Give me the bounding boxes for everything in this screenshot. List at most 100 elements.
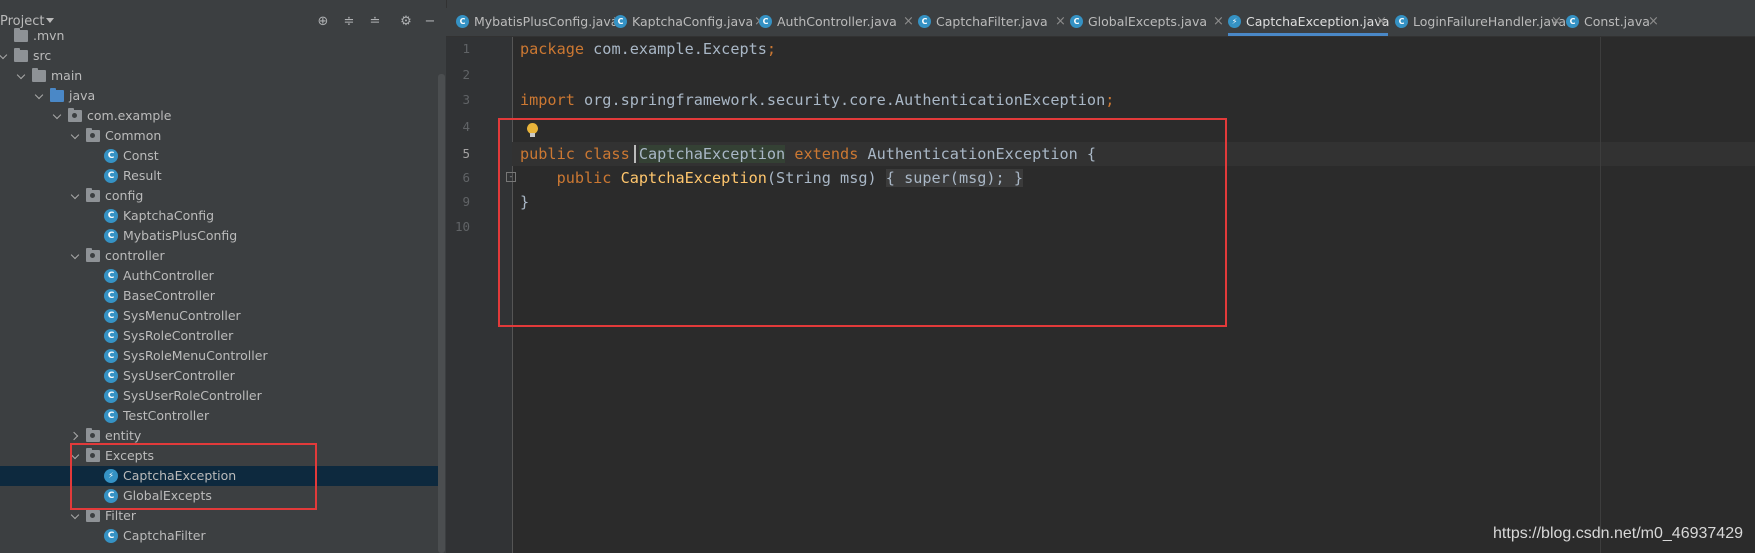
class-icon: C	[759, 15, 772, 28]
chevron-down-icon[interactable]	[70, 246, 82, 266]
tree-item[interactable]: java	[0, 86, 438, 106]
tree-item[interactable]: C MybatisPlusConfig	[0, 226, 438, 246]
class-icon: C	[104, 169, 118, 183]
tab-label: KaptchaConfig.java	[632, 14, 754, 29]
chevron-down-icon[interactable]	[16, 66, 28, 86]
tree-item[interactable]: C SysUserController	[0, 366, 438, 386]
tree-item-label: .mvn	[33, 28, 65, 43]
tree-item[interactable]: Common	[0, 126, 438, 146]
import-path: org.springframework.security.core.Authen…	[574, 91, 1106, 109]
close-icon[interactable]: ×	[1551, 8, 1562, 36]
package-icon	[86, 128, 100, 142]
tree-item[interactable]: C SysRoleController	[0, 326, 438, 346]
class-icon: C	[104, 409, 118, 423]
tree-item-label: java	[69, 88, 96, 103]
class-icon: C	[104, 149, 118, 163]
exception-class-icon: ⚡	[1228, 15, 1241, 28]
package-icon	[86, 428, 100, 442]
tree-item-label: MybatisPlusConfig	[123, 228, 238, 243]
line-number: 4	[462, 119, 470, 134]
line-number: 10	[454, 219, 470, 234]
tab-label: GlobalExcepts.java	[1088, 14, 1208, 29]
tree-item[interactable]: C BaseController	[0, 286, 438, 306]
tree-item[interactable]: C TestController	[0, 406, 438, 426]
tree-item-label: KaptchaConfig	[123, 208, 215, 223]
tree-item[interactable]: C KaptchaConfig	[0, 206, 438, 226]
tree-item[interactable]: main	[0, 66, 438, 86]
class-icon: C	[614, 15, 627, 28]
tree-item[interactable]: config	[0, 186, 438, 206]
chevron-down-icon[interactable]	[34, 86, 46, 106]
close-icon[interactable]: ×	[1376, 8, 1387, 36]
package-icon	[86, 248, 100, 262]
tree-item[interactable]: C SysMenuController	[0, 306, 438, 326]
class-icon: C	[104, 309, 118, 323]
class-icon: C	[104, 329, 118, 343]
tree-item[interactable]: C SysRoleMenuController	[0, 346, 438, 366]
editor-tab[interactable]: C CaptchaFilter.java ×	[918, 8, 1067, 36]
tree-item-label: Common	[105, 128, 162, 143]
annotation-box-tree	[70, 443, 317, 510]
editor-tab[interactable]: C GlobalExcepts.java ×	[1070, 8, 1225, 36]
class-icon: C	[104, 209, 118, 223]
chevron-down-icon[interactable]	[46, 18, 54, 23]
folder-icon	[14, 48, 28, 62]
package-icon	[86, 508, 100, 522]
folder-icon	[14, 28, 28, 42]
package-icon	[86, 188, 100, 202]
tree-item[interactable]: src	[0, 46, 438, 66]
tree-item-label: main	[51, 68, 83, 83]
tree-item-label: src	[33, 48, 52, 63]
editor-tab[interactable]: C LoginFailureHandler.java ×	[1395, 8, 1566, 36]
annotation-box-code	[498, 118, 1227, 327]
tree-item[interactable]: C SysUserRoleController	[0, 386, 438, 406]
line-number: 2	[462, 67, 470, 82]
editor-tab[interactable]: CMybatisPlusConfig.java×	[456, 8, 624, 36]
code-line-1: package com.example.Excepts;	[520, 37, 776, 61]
tree-item[interactable]: C CaptchaFilter	[0, 526, 438, 546]
editor-tab[interactable]: C AuthController.java ×	[759, 8, 915, 36]
tree-item-label: SysMenuController	[123, 308, 241, 323]
package-name: com.example.Excepts	[584, 40, 767, 58]
semicolon: ;	[766, 40, 777, 58]
tree-item-label: SysRoleMenuController	[123, 348, 268, 363]
tree-item-label: SysUserController	[123, 368, 235, 383]
tree-item[interactable]: controller	[0, 246, 438, 266]
close-icon[interactable]: ×	[1648, 8, 1659, 36]
chevron-down-icon[interactable]	[52, 106, 64, 126]
chevron-down-icon[interactable]	[70, 126, 82, 146]
close-icon[interactable]: ×	[903, 8, 914, 36]
tab-label: MybatisPlusConfig.java	[474, 14, 619, 29]
keyword: package	[520, 40, 585, 58]
tree-item-label: CaptchaFilter	[123, 528, 206, 543]
class-icon: C	[104, 349, 118, 363]
tree-item[interactable]: C AuthController	[0, 266, 438, 286]
tree-scrollbar[interactable]	[438, 74, 445, 553]
class-icon: C	[456, 15, 469, 28]
editor-tab[interactable]: CKaptchaConfig.java×	[614, 8, 766, 36]
line-number: 5	[462, 146, 470, 161]
keyword: import	[520, 91, 575, 109]
editor-tab[interactable]: ⚡ CaptchaException.java ×	[1228, 8, 1389, 36]
tree-item-label: Const	[123, 148, 159, 163]
tree-item[interactable]: C Const	[0, 146, 438, 166]
editor-tab[interactable]: C Const.java ×	[1566, 8, 1660, 36]
class-icon: C	[1070, 15, 1083, 28]
close-icon[interactable]: ×	[1213, 8, 1224, 36]
tree-item[interactable]: C Result	[0, 166, 438, 186]
class-icon: C	[104, 229, 118, 243]
tree-item-label: com.example	[87, 108, 172, 123]
tree-item[interactable]: com.example	[0, 106, 438, 126]
close-icon[interactable]: ×	[1055, 8, 1066, 36]
tab-label: AuthController.java	[777, 14, 897, 29]
class-icon: C	[104, 289, 118, 303]
chevron-down-icon[interactable]	[70, 186, 82, 206]
class-icon: C	[104, 389, 118, 403]
line-number: 9	[462, 194, 470, 209]
line-number: 1	[462, 41, 470, 56]
tree-item-label: TestController	[123, 408, 210, 423]
chevron-down-icon[interactable]	[0, 46, 10, 66]
watermark-text: https://blog.csdn.net/m0_46937429	[1493, 525, 1743, 542]
tree-item[interactable]: .mvn	[0, 26, 438, 46]
tree-item-label: AuthController	[123, 268, 214, 283]
